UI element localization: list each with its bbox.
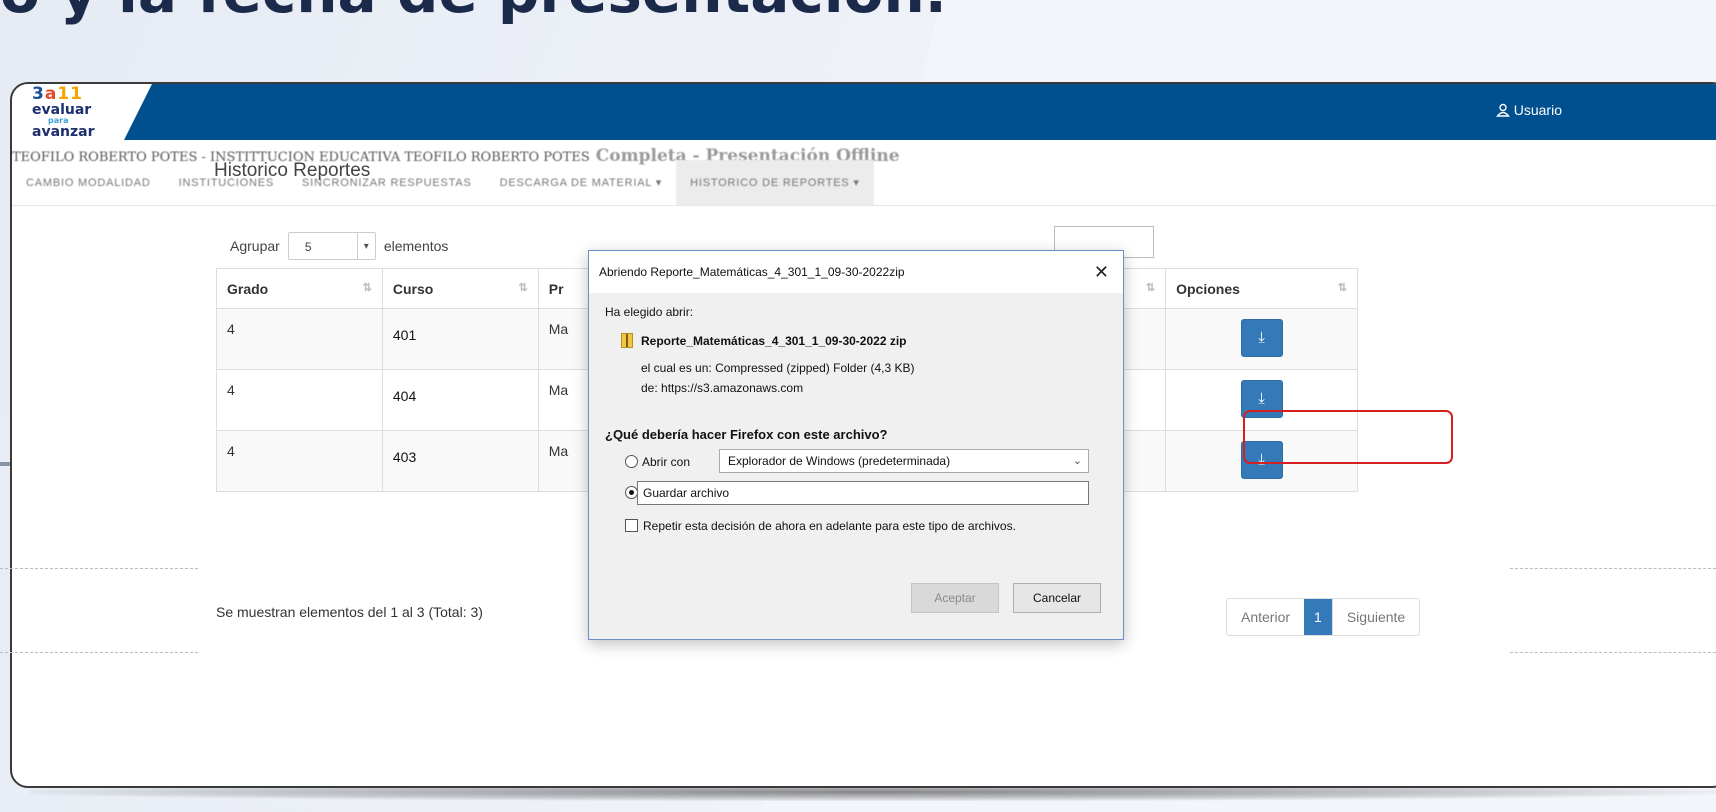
logo-a: a [44,84,58,104]
download-highlight [1243,410,1453,464]
column-curso[interactable]: Curso ⇅ [381,268,539,309]
group-size-select[interactable]: 5 ▾ [287,232,376,260]
repeat-decision-checkbox[interactable] [625,519,638,532]
logo[interactable]: 3a11 evaluar para avanzar [32,84,142,140]
open-with-option[interactable]: Abrir con [625,455,690,469]
logo-3: 3 [32,84,45,104]
nav-historico-reportes[interactable]: HISTORICO DE REPORTES ▾ [676,159,874,206]
pager-current[interactable]: 1 [1304,599,1332,635]
dialog-source: de: https://s3.amazonaws.com [641,381,804,395]
repeat-decision-option[interactable]: Repetir esta decisión de ahora en adelan… [625,519,1016,533]
page-title: Historico Reportes [214,160,371,181]
cancel-button[interactable]: Cancelar [1013,583,1101,613]
dialog-filename: Reporte_Matemáticas_4_301_1_09-30-2022 z… [621,333,907,348]
background-heading: o y la fecha de presentación. [0,0,947,26]
sort-icon: ⇅ [1145,282,1156,294]
logo-avanzar: avanzar [32,124,95,140]
user-icon [1495,103,1510,117]
side-marker [0,462,10,466]
dialog-chosen-label: Ha elegido abrir: [605,305,694,319]
cell-grado: 4 [216,308,383,370]
top-bar [12,84,1716,140]
cell-curso: 401 [392,327,417,343]
save-file-label[interactable]: Guardar archivo [637,481,1089,505]
close-icon[interactable]: ✕ [1094,251,1109,293]
dialog-title: Abriendo Reporte_Matemáticas_4_301_1_09-… [599,265,905,279]
dialog-question: ¿Qué debería hacer Firefox con este arch… [605,427,888,442]
group-control: Agrupar 5 ▾ elementos [230,232,448,260]
user-label: Usuario [1513,102,1562,118]
nav-descarga-material[interactable]: DESCARGA DE MATERIAL ▾ [486,160,677,206]
cell-grado: 4 [216,430,383,492]
pagination: Anterior 1 Siguiente [1226,598,1421,636]
group-label: Agrupar [230,238,280,254]
divider [0,652,198,653]
dialog-titlebar: Abriendo Reporte_Matemáticas_4_301_1_09-… [589,251,1123,293]
table-info: Se muestran elementos del 1 al 3 (Total:… [216,604,483,620]
download-icon: ⤓ [1258,390,1265,407]
sort-icon: ⇅ [518,282,528,294]
group-suffix: elementos [383,238,449,254]
download-icon: ⤓ [1258,329,1265,346]
cell-curso: 404 [392,388,417,404]
divider [1510,568,1716,569]
chevron-down-icon: ⌄ [1072,455,1082,467]
pager-prev[interactable]: Anterior [1227,599,1304,635]
download-button[interactable]: ⤓ [1240,319,1283,357]
column-grado[interactable]: Grado ⇅ [216,268,383,309]
divider [0,568,198,569]
sort-icon: ⇅ [1337,282,1347,294]
pager-next[interactable]: Siguiente [1331,599,1419,635]
cell-curso: 403 [392,449,417,465]
dialog-type: el cual es un: Compressed (zipped) Folde… [641,361,915,375]
logo-11: 11 [57,84,83,104]
column-opciones[interactable]: Opciones ⇅ [1165,268,1358,309]
logo-evaluar: evaluar [32,102,92,118]
accept-button[interactable]: Aceptar [911,583,999,613]
chevron-down-icon: ▾ [356,233,375,259]
download-dialog: Abriendo Reporte_Matemáticas_4_301_1_09-… [588,250,1124,640]
nav-cambio-modalidad[interactable]: CAMBIO MODALIDAD [12,160,165,206]
cell-grado: 4 [216,369,383,431]
user-menu[interactable]: Usuario [1495,102,1562,118]
zip-folder-icon [621,333,633,348]
sort-asc-icon: ⇅ [362,282,372,294]
open-with-select[interactable]: Explorador de Windows (predeterminada) ⌄ [719,449,1089,473]
open-with-radio[interactable] [625,455,638,468]
divider [1510,652,1716,653]
